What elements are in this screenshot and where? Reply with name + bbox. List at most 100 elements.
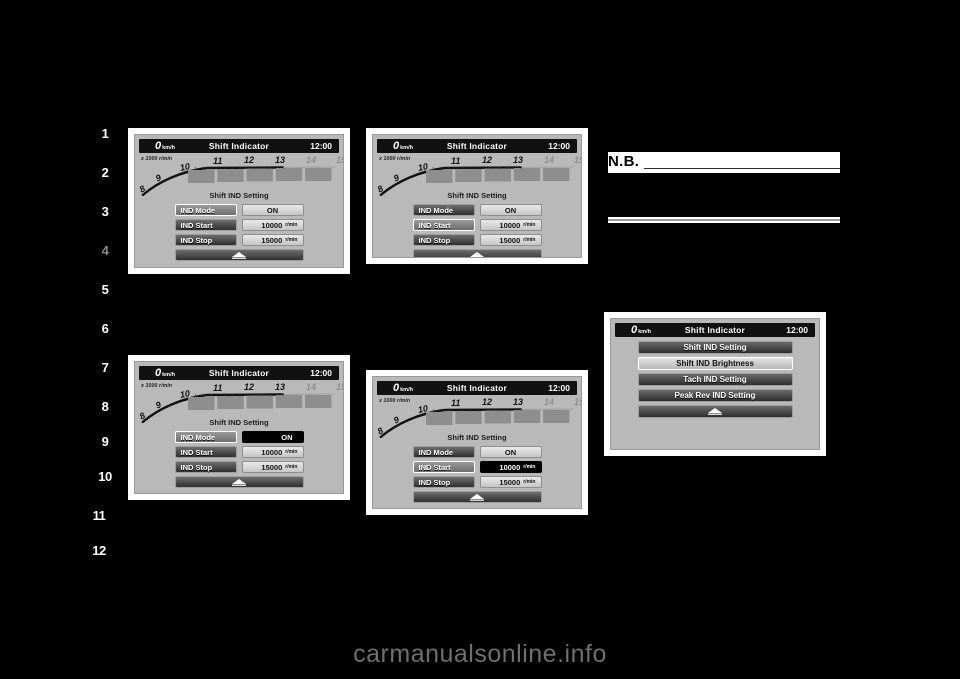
ind-start-value[interactable]: 10000 r/min xyxy=(241,446,304,458)
section-title: Shift IND Setting xyxy=(209,191,269,200)
page-tab-7[interactable]: 7 xyxy=(88,360,122,375)
tach-tick-12: 12 xyxy=(244,382,255,392)
page-tab-11[interactable]: 11 xyxy=(82,508,116,523)
table-row: IND Mode ON xyxy=(373,446,581,458)
table-row: IND Mode ON xyxy=(135,431,343,443)
ind-mode-button[interactable]: IND Mode xyxy=(174,204,237,216)
tach-tick-15: 15 xyxy=(336,155,343,165)
ind-start-button[interactable]: IND Start xyxy=(412,461,475,473)
ind-mode-button[interactable]: IND Mode xyxy=(174,431,237,443)
figure-shift-ind-setting-3: 0km/h Shift Indicator 12:00 x 1000 r/min xyxy=(128,355,350,500)
table-row: IND Stop 15000 r/min xyxy=(135,461,343,473)
ind-stop-button[interactable]: IND Stop xyxy=(174,234,237,246)
ind-start-value[interactable]: 10000 r/min xyxy=(241,219,304,231)
page-number-tabs: 1 2 3 4 5 6 7 8 9 10 11 12 xyxy=(88,126,122,566)
menu-item-peak-rev-ind-setting[interactable]: Peak Rev IND Setting xyxy=(637,389,793,402)
ind-stop-button[interactable]: IND Stop xyxy=(174,461,237,473)
tach-tick-12: 12 xyxy=(482,155,493,165)
page-tab-6[interactable]: 6 xyxy=(88,321,122,336)
page-tab-3[interactable]: 3 xyxy=(88,204,122,219)
confirm-button[interactable] xyxy=(174,476,304,488)
section-title: Shift IND Setting xyxy=(447,191,507,200)
page-tab-8[interactable]: 8 xyxy=(88,399,122,414)
setting-rows: IND Mode ON IND Start 10000 r/min IND Sto… xyxy=(135,431,343,488)
tach-tick-14: 14 xyxy=(306,155,317,165)
table-row: IND Mode ON xyxy=(373,204,581,216)
table-row: IND Stop 15000 r/min xyxy=(373,476,581,488)
table-row: IND Start 10000 r/min xyxy=(135,446,343,458)
ind-mode-value[interactable]: ON xyxy=(241,204,304,216)
meter-screen: 0km/h Shift Indicator 12:00 x 1000 r/min xyxy=(372,134,582,258)
meter-screen: 0km/h Shift Indicator 12:00 x 1000 r/min xyxy=(372,376,582,509)
table-row: IND Mode ON xyxy=(135,204,343,216)
ind-start-value[interactable]: 10000 r/min xyxy=(479,461,542,473)
figure-shift-ind-setting-2: 0km/h Shift Indicator 12:00 x 1000 r/min xyxy=(366,128,588,264)
ind-start-button[interactable]: IND Start xyxy=(174,219,237,231)
ind-stop-button[interactable]: IND Stop xyxy=(412,476,475,488)
table-row: IND Start 10000 r/min xyxy=(373,461,581,473)
ind-stop-button[interactable]: IND Stop xyxy=(412,234,475,246)
up-triangle-icon xyxy=(708,408,722,415)
confirm-button[interactable] xyxy=(174,249,304,261)
tach-tick-12: 12 xyxy=(244,155,255,165)
ind-mode-button[interactable]: IND Mode xyxy=(412,446,475,458)
page-tab-9[interactable]: 9 xyxy=(88,434,122,449)
ind-stop-value[interactable]: 15000 r/min xyxy=(479,476,542,488)
tachometer-graphic: x 1000 r/min 8 9 10 11 12 13 14 1 xyxy=(376,154,581,196)
note-footer-rules xyxy=(608,217,840,223)
menu-confirm-button[interactable] xyxy=(637,405,793,418)
page-tab-4[interactable]: 4 xyxy=(88,243,122,258)
up-triangle-icon xyxy=(232,478,246,486)
page-tab-5[interactable]: 5 xyxy=(88,282,122,297)
ind-mode-value[interactable]: ON xyxy=(241,431,304,443)
manual-page: 1 2 3 4 5 6 7 8 9 10 11 12 0km/h Shift I… xyxy=(0,0,960,679)
note-header: N.B. xyxy=(608,152,840,169)
tachometer-graphic: x 1000 r/min 8 9 10 11 12 13 14 1 xyxy=(138,154,343,196)
ind-stop-value[interactable]: 15000 r/min xyxy=(241,234,304,246)
ind-mode-value[interactable]: ON xyxy=(479,446,542,458)
page-tab-12[interactable]: 12 xyxy=(82,543,116,558)
figure-shift-ind-setting-4: 0km/h Shift Indicator 12:00 x 1000 r/min xyxy=(366,370,588,515)
menu-item-shift-ind-setting[interactable]: Shift IND Setting xyxy=(637,341,793,354)
menu-item-shift-ind-brightness[interactable]: Shift IND Brightness xyxy=(637,357,793,370)
tach-tick-13: 13 xyxy=(275,382,286,392)
meter-topbar: 0km/h Shift Indicator 12:00 xyxy=(615,323,815,337)
figure-shift-ind-setting-1: 0km/h Shift Indicator 12:00 x 1000 r/min xyxy=(128,128,350,274)
tach-tick-15: 15 xyxy=(574,155,581,165)
tach-tick-11: 11 xyxy=(213,156,223,166)
ind-start-button[interactable]: IND Start xyxy=(412,219,475,231)
menu-item-tach-ind-setting[interactable]: Tach IND Setting xyxy=(637,373,793,386)
table-row: IND Stop 15000 r/min xyxy=(135,234,343,246)
tach-tick-15: 15 xyxy=(336,382,343,392)
screen-title: Shift Indicator xyxy=(446,383,508,393)
tach-tick-15: 15 xyxy=(574,397,581,407)
screen-title: Shift Indicator xyxy=(208,141,270,151)
meter-topbar: 0km/h Shift Indicator 12:00 xyxy=(139,139,339,153)
page-tab-2[interactable]: 2 xyxy=(88,165,122,180)
ind-stop-value[interactable]: 15000 r/min xyxy=(479,234,542,246)
figure-shift-indicator-menu: 0km/h Shift Indicator 12:00 Shift IND Se… xyxy=(604,312,826,456)
setting-rows: IND Mode ON IND Start 10000 r/min IND Sto… xyxy=(373,204,581,257)
meter-topbar: 0km/h Shift Indicator 12:00 xyxy=(377,381,577,395)
ind-mode-button[interactable]: IND Mode xyxy=(412,204,475,216)
ind-stop-value[interactable]: 15000 r/min xyxy=(241,461,304,473)
table-row: IND Start 10000 r/min xyxy=(135,219,343,231)
ind-start-button[interactable]: IND Start xyxy=(174,446,237,458)
note-redacted-text xyxy=(608,173,840,217)
up-triangle-icon xyxy=(232,251,246,259)
section-title: Shift IND Setting xyxy=(447,433,507,442)
menu-list: Shift IND Setting Shift IND Brightness T… xyxy=(611,341,819,421)
section-title: Shift IND Setting xyxy=(209,418,269,427)
page-tab-1[interactable]: 1 xyxy=(88,126,122,141)
confirm-button[interactable] xyxy=(412,491,542,503)
tachometer-graphic: x 1000 r/min 8 9 10 11 12 13 14 1 xyxy=(376,396,581,438)
ind-mode-value[interactable]: ON xyxy=(479,204,542,216)
page-tab-10[interactable]: 10 xyxy=(88,469,122,484)
meter-topbar: 0km/h Shift Indicator 12:00 xyxy=(377,139,577,153)
ind-start-value[interactable]: 10000 r/min xyxy=(479,219,542,231)
up-triangle-icon xyxy=(470,251,484,257)
tach-tick-13: 13 xyxy=(513,155,524,165)
tachometer-graphic: x 1000 r/min 8 9 10 11 12 13 14 1 xyxy=(138,381,343,423)
confirm-button[interactable] xyxy=(412,249,542,257)
up-triangle-icon xyxy=(470,493,484,501)
